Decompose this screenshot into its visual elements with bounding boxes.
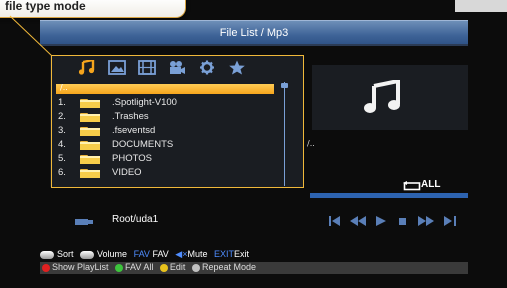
scrollbar-thumb[interactable] xyxy=(281,83,288,88)
file-row-number: 4. xyxy=(58,139,66,150)
file-row-name: .fseventsd xyxy=(112,125,156,136)
yellow-key-icon xyxy=(159,263,168,272)
progress-bar xyxy=(310,193,468,198)
preview-path: /.. xyxy=(307,139,315,148)
tab-star-icon[interactable] xyxy=(228,60,246,75)
volume-key-icon xyxy=(80,250,95,259)
file-row-name: DOCUMENTS xyxy=(112,139,174,150)
scrollbar-track[interactable] xyxy=(284,82,285,186)
legend-mute: Mute xyxy=(187,249,208,259)
skip-back-icon[interactable] xyxy=(329,216,341,226)
tab-video-camera-icon[interactable] xyxy=(168,60,186,75)
tab-film-icon[interactable] xyxy=(138,60,156,75)
folder-icon xyxy=(80,155,100,164)
legend-repeat-mode: Repeat Mode xyxy=(201,262,256,272)
preview-panel xyxy=(312,65,468,130)
blue-key-icon xyxy=(191,263,200,272)
usb-drive-icon xyxy=(75,219,93,225)
top-right-strip xyxy=(455,0,507,12)
legend-edit: Edit xyxy=(169,262,186,272)
green-key-icon xyxy=(115,263,124,272)
folder-icon xyxy=(80,127,100,136)
fav-key-label: FAV xyxy=(133,249,150,259)
fast-forward-icon[interactable] xyxy=(418,216,434,226)
legend-volume: Volume xyxy=(97,249,128,259)
red-key-icon xyxy=(42,263,50,272)
mute-key-icon: ◀× xyxy=(175,249,188,259)
folder-icon xyxy=(80,169,100,178)
tab-gear-icon[interactable] xyxy=(198,60,216,75)
file-row-name: .Spotlight-V100 xyxy=(112,97,177,108)
legend-exit: Exit xyxy=(234,249,250,259)
skip-forward-icon[interactable] xyxy=(444,216,456,226)
sort-key-icon xyxy=(40,250,54,259)
file-row-number: 6. xyxy=(58,167,66,178)
file-row-number: 3. xyxy=(58,125,66,136)
legend-fav: FAV xyxy=(152,249,169,259)
repeat-mode-label: ALL xyxy=(421,179,441,190)
folder-icon xyxy=(80,113,100,122)
legend-fav-all: FAV All xyxy=(125,262,154,272)
device-path: Root/uda1 xyxy=(112,214,159,225)
stop-icon[interactable] xyxy=(399,216,407,226)
key-legend-color: Show PlayList FAV All Edit Repeat Mode xyxy=(40,262,468,274)
play-icon[interactable] xyxy=(376,216,386,226)
file-row-name: .Trashes xyxy=(112,111,149,122)
file-row-number: 2. xyxy=(58,111,66,122)
legend-sort: Sort xyxy=(57,249,74,259)
rewind-icon[interactable] xyxy=(350,216,366,226)
music-note-icon xyxy=(364,80,400,113)
file-row-name: VIDEO xyxy=(112,167,142,178)
key-legend-primary: Sort Volume FAV FAV ◀×Mute EXITExit xyxy=(40,249,249,261)
file-row-number: 5. xyxy=(58,153,66,164)
exit-key-label: EXIT xyxy=(214,249,235,259)
folder-icon xyxy=(80,141,100,150)
folder-icon xyxy=(80,99,100,108)
annotation-leader-line xyxy=(9,15,53,57)
legend-show-playlist: Show PlayList xyxy=(52,262,109,272)
repeat-icon xyxy=(403,181,421,191)
file-row-number: 1. xyxy=(58,97,66,108)
file-row-name: PHOTOS xyxy=(112,153,152,164)
